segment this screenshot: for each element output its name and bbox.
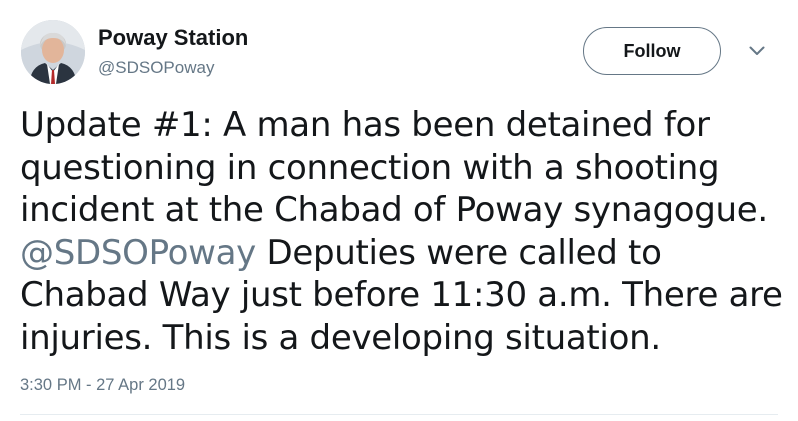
tweet-text-fragment: Deputies were called to	[255, 232, 662, 273]
divider	[20, 414, 778, 415]
tweet-text-line: incident at the Chabad of Poway synagogu…	[20, 190, 768, 230]
author-display-name[interactable]: Poway Station	[98, 25, 248, 50]
tweet-text-line: @SDSOPoway Deputies were called to	[20, 232, 780, 275]
tweet-text: Update #1: A man has been detained for q…	[20, 104, 783, 359]
author-handle[interactable]: @SDSOPoway	[98, 58, 214, 78]
tweet-text-line: Update #1: A man has been detained for	[20, 105, 710, 145]
tweet-timestamp[interactable]: 3:30 PM - 27 Apr 2019	[20, 376, 185, 395]
follow-button[interactable]: Follow	[583, 27, 721, 75]
tweet-text-line: Chabad Way just before 11:30 a.m. There …	[20, 275, 783, 315]
avatar-photo-icon	[21, 20, 85, 84]
mention-link[interactable]: @SDSOPoway	[20, 233, 256, 273]
chevron-down-icon	[749, 46, 765, 55]
avatar[interactable]	[21, 20, 85, 84]
more-options-button[interactable]	[744, 38, 770, 64]
tweet-text-line: injuries. This is a developing situation…	[20, 317, 661, 358]
tweet-text-line: questioning in connection with a shootin…	[20, 147, 720, 188]
